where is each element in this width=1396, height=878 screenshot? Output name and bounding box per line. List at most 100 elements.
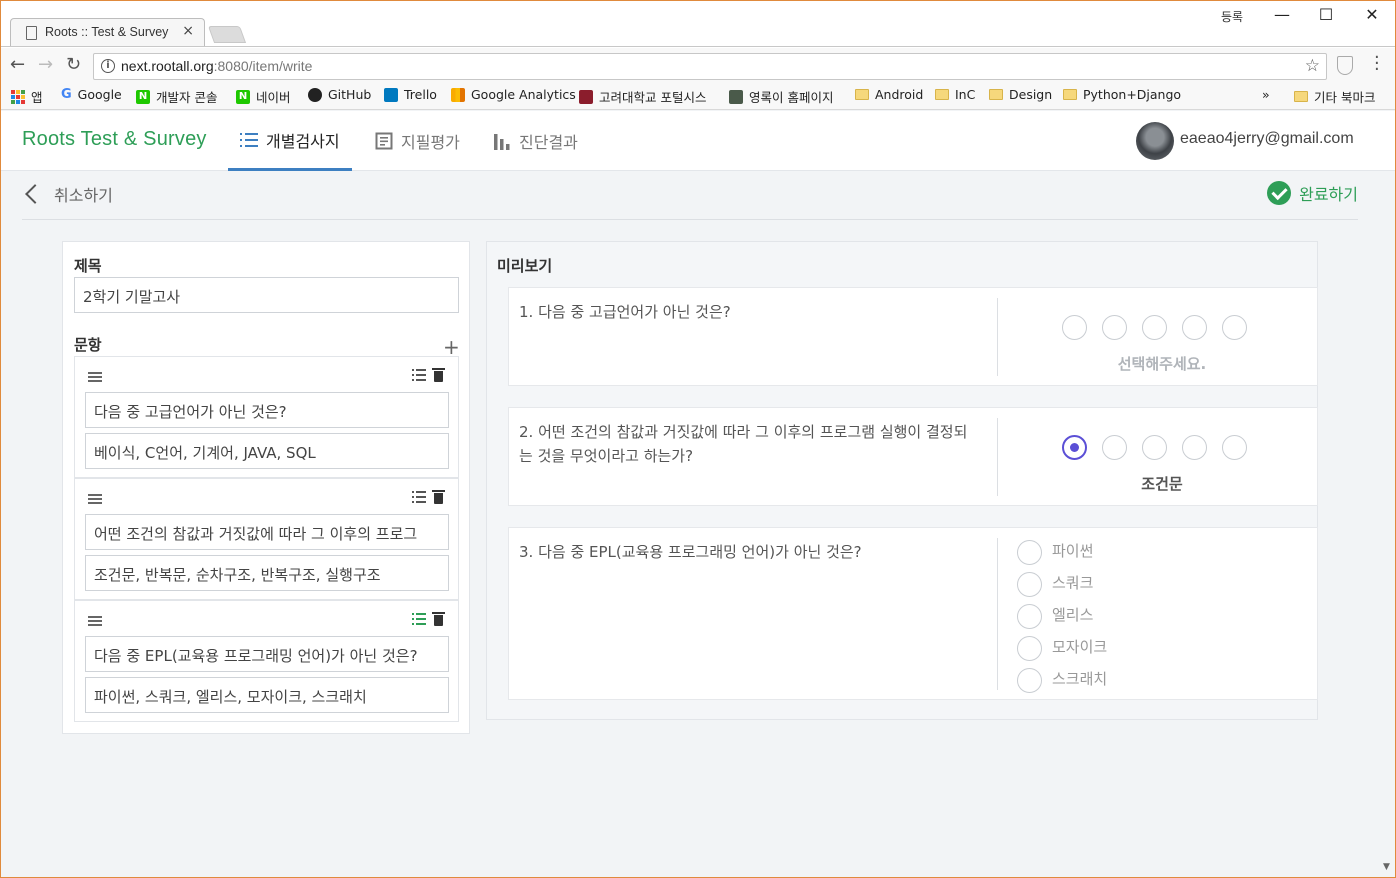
question-input[interactable]: 다음 중 고급언어가 아닌 것은? [85, 392, 449, 428]
tab-label: 진단결과 [519, 133, 578, 152]
question-input[interactable]: 다음 중 EPL(교육용 프로그래밍 언어)가 아닌 것은? [85, 636, 449, 672]
tab-close-icon[interactable]: × [182, 23, 194, 39]
back-arrow-icon[interactable]: ← [10, 54, 25, 75]
bookmark-python-django[interactable]: Python+Django [1063, 87, 1181, 102]
reload-icon[interactable]: ↻ [66, 54, 81, 75]
radio-option[interactable] [1017, 604, 1042, 629]
radio-option[interactable] [1102, 315, 1127, 340]
bookmark-korea-univ[interactable]: 고려대학교 포털시스 [579, 87, 706, 106]
option-label: 스크래치 [1052, 670, 1108, 688]
title-label: 제목 [74, 257, 102, 275]
new-tab-button[interactable] [207, 26, 247, 43]
trash-icon[interactable] [432, 368, 445, 382]
tabstrip-divider [0, 46, 1396, 47]
options-input[interactable]: 베이식, C언어, 기계어, JAVA, SQL [85, 433, 449, 469]
radio-option[interactable] [1017, 668, 1042, 693]
user-email[interactable]: eaeao4jerry@gmail.com [1180, 130, 1354, 148]
question-input[interactable]: 어떤 조건의 참값과 거짓값에 따라 그 이후의 프로그 [85, 514, 449, 550]
trash-icon[interactable] [432, 612, 445, 626]
drag-handle-icon[interactable] [88, 372, 102, 382]
drag-handle-icon[interactable] [88, 494, 102, 504]
extension-shield-icon[interactable] [1337, 56, 1353, 75]
maximize-icon[interactable]: ☐ [1306, 4, 1346, 28]
cancel-button[interactable]: 취소하기 [22, 182, 113, 206]
bookmark-label: Android [875, 87, 924, 102]
done-button[interactable]: 완료하기 [1267, 181, 1358, 205]
tab-individual-test[interactable]: 개별검사지 [228, 111, 352, 171]
chevron-double-right-icon: » [1262, 87, 1270, 102]
tab-paper-test[interactable]: 지필평가 [363, 111, 472, 171]
radio-option[interactable] [1222, 315, 1247, 340]
bookmarks-overflow[interactable]: » [1262, 87, 1270, 102]
window-user-label[interactable]: 등록 [1221, 8, 1243, 25]
info-icon[interactable]: i [101, 59, 115, 73]
options-input[interactable]: 조건문, 반복문, 순차구조, 반복구조, 실행구조 [85, 555, 449, 591]
address-url[interactable]: next.rootall.org:8080/item/write [121, 58, 312, 74]
radio-option[interactable] [1102, 435, 1127, 460]
window-close-icon[interactable]: ✕ [1352, 4, 1392, 28]
bookmark-design[interactable]: Design [989, 87, 1052, 102]
drag-handle-icon[interactable] [88, 616, 102, 626]
option-label: 스쿼크 [1052, 574, 1094, 592]
address-bar[interactable]: i next.rootall.org:8080/item/write ☆ [93, 53, 1327, 80]
bookmark-inc[interactable]: InC [935, 87, 975, 102]
radio-option-selected[interactable] [1062, 435, 1087, 460]
question-text: 1. 다음 중 고급언어가 아닌 것은? [519, 303, 731, 321]
radio-option[interactable] [1182, 315, 1207, 340]
radio-option[interactable] [1017, 540, 1042, 565]
bookmark-dev-console[interactable]: N 개발자 콘솔 [136, 87, 217, 106]
browser-tab[interactable]: Roots :: Test & Survey × [10, 18, 205, 47]
forward-arrow-icon[interactable]: → [38, 54, 53, 75]
bookmark-other[interactable]: 기타 북마크 [1294, 87, 1375, 106]
list-icon[interactable] [412, 491, 426, 503]
radio-option[interactable] [1062, 315, 1087, 340]
title-input[interactable]: 2학기 기말고사 [74, 277, 459, 313]
done-label: 완료하기 [1299, 185, 1358, 204]
bookmark-naver[interactable]: N 네이버 [236, 87, 291, 106]
naver-icon: N [136, 89, 150, 104]
preview-question: 3. 다음 중 EPL(교육용 프로그래밍 언어)가 아닌 것은? 파이썬 스쿼… [508, 527, 1318, 700]
radio-option[interactable] [1017, 636, 1042, 661]
list-icon[interactable] [412, 613, 426, 625]
bookmark-google-analytics[interactable]: Google Analytics [451, 87, 576, 102]
action-bar: 취소하기 완료하기 [22, 172, 1358, 220]
url-host: next.rootall.org [121, 58, 214, 74]
options-input[interactable]: 파이썬, 스쿼크, 엘리스, 모자이크, 스크래치 [85, 677, 449, 713]
radio-option[interactable] [1017, 572, 1042, 597]
bookmark-label: 기타 북마크 [1314, 90, 1376, 105]
minimize-icon[interactable]: — [1262, 4, 1302, 28]
bookmark-google[interactable]: G Google [61, 87, 122, 102]
items-label: 문항 [74, 336, 102, 354]
tab-diagnosis-result[interactable]: 진단결과 [481, 111, 590, 171]
google-icon: G [61, 87, 72, 102]
bookmark-star-icon[interactable]: ☆ [1305, 56, 1320, 76]
question-text: 3. 다음 중 EPL(교육용 프로그래밍 언어)가 아닌 것은? [519, 543, 862, 561]
bookmark-apps[interactable]: 앱 [11, 87, 43, 106]
bookmark-android[interactable]: Android [855, 87, 923, 102]
avatar[interactable] [1136, 122, 1174, 160]
divider [997, 538, 998, 690]
bookmark-homepage[interactable]: 영록이 홈페이지 [729, 87, 833, 106]
radio-option[interactable] [1142, 435, 1167, 460]
radio-option[interactable] [1142, 315, 1167, 340]
answer-placeholder: 선택해주세요. [1117, 355, 1207, 373]
radio-option[interactable] [1222, 435, 1247, 460]
bookmarks-bar: 앱 G Google N 개발자 콘솔 N 네이버 GitHub Trello … [0, 83, 1396, 110]
list-icon[interactable] [412, 369, 426, 381]
profile-icon [729, 89, 743, 104]
bookmark-label: GitHub [328, 87, 372, 102]
browser-menu-icon[interactable]: · · · [1374, 49, 1380, 79]
bookmark-trello[interactable]: Trello [384, 87, 437, 102]
radio-option[interactable] [1182, 435, 1207, 460]
folder-icon [1063, 89, 1077, 100]
selected-answer: 조건문 [1141, 475, 1183, 493]
list-numbered-icon [240, 132, 258, 147]
bookmark-github[interactable]: GitHub [308, 87, 371, 102]
trash-icon[interactable] [432, 490, 445, 504]
bookmark-label: Design [1009, 87, 1053, 102]
brand-logo[interactable]: Roots Test & Survey [22, 128, 207, 151]
scroll-down-icon[interactable]: ▼ [1383, 862, 1390, 872]
trello-icon [384, 87, 398, 102]
preview-panel: 미리보기 1. 다음 중 고급언어가 아닌 것은? 선택해주세요. 2. 어떤 … [486, 241, 1318, 720]
folder-icon [989, 89, 1003, 100]
